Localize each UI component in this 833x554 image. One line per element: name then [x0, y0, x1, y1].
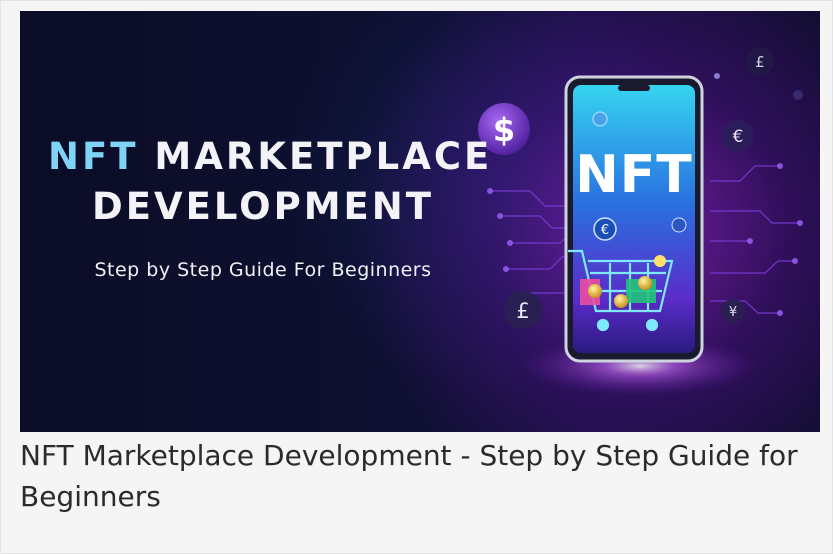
banner-subheadline: Step by Step Guide For Beginners: [94, 259, 432, 281]
headline-line2: DEVELOPMENT: [91, 185, 435, 228]
headline-nft: NFT: [48, 135, 139, 178]
svg-text:$: $: [493, 111, 515, 149]
svg-text:€: €: [601, 223, 609, 238]
headline-marketplace: MARKETPLACE: [154, 135, 493, 178]
image-card: € $ € £ £ ¥ NFT MARKETPLACE DEVELOPMENT …: [0, 0, 833, 554]
headline-line1: NFT MARKETPLACE: [48, 135, 489, 179]
banner-headline: NFT MARKETPLACE DEVELOPMENT: [48, 135, 489, 229]
svg-text:£: £: [755, 53, 765, 71]
image-caption: NFT Marketplace Development - Step by St…: [20, 439, 798, 513]
banner-image[interactable]: € $ € £ £ ¥ NFT MARKETPLACE DEVELOPMENT …: [20, 11, 820, 432]
svg-text:£: £: [516, 299, 529, 323]
svg-text:€: €: [733, 127, 744, 147]
svg-text:¥: ¥: [729, 305, 737, 320]
phone-nft-label: NFT: [575, 145, 693, 205]
